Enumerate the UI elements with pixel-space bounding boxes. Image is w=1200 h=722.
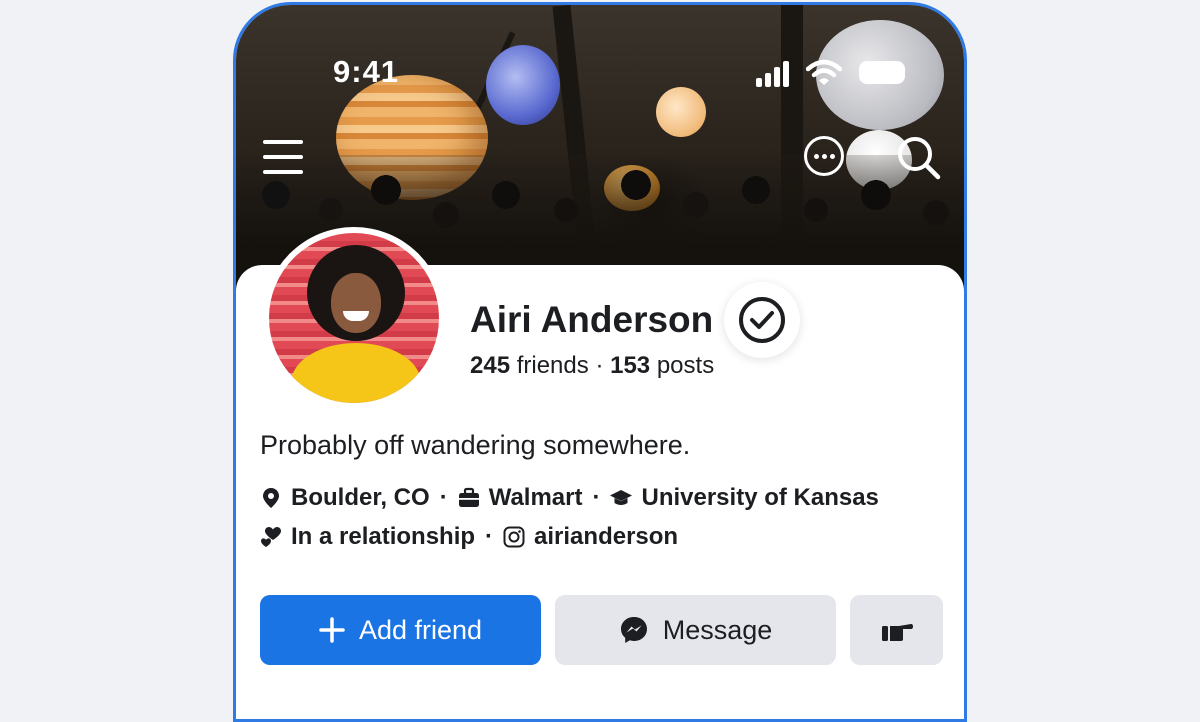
briefcase-icon [458, 487, 479, 507]
menu-icon[interactable] [263, 140, 303, 176]
messenger-icon [619, 615, 649, 645]
search-icon[interactable] [896, 135, 942, 181]
info-separator: · [439, 484, 448, 511]
add-friend-button[interactable]: Add friend [260, 595, 541, 665]
verified-badge-icon [739, 297, 785, 343]
info-row-2: In a relationship · airianderson [260, 523, 678, 551]
hearts-icon [261, 527, 281, 547]
status-icons [756, 59, 908, 87]
message-label: Message [662, 614, 773, 645]
plus-icon [319, 617, 345, 643]
verified-badge[interactable] [724, 282, 800, 358]
profile-stats: 245 friends · 153 posts [470, 352, 714, 380]
info-separator: · [592, 484, 601, 511]
more-icon[interactable] [804, 136, 844, 176]
friends-count[interactable]: 245 [470, 352, 510, 379]
graduation-cap-icon [610, 490, 633, 505]
posts-label: posts [656, 352, 715, 379]
work-text[interactable]: Walmart [489, 484, 583, 512]
location-pin-icon [263, 488, 279, 508]
stats-separator: · [595, 352, 604, 379]
avatar[interactable] [269, 233, 439, 403]
message-button[interactable]: Message [555, 595, 836, 665]
add-friend-label: Add friend [358, 614, 483, 645]
status-time: 9:41 [333, 54, 400, 89]
small-planet-balloon [656, 87, 706, 137]
relationship-text: In a relationship [291, 523, 476, 550]
battery-icon [859, 61, 905, 84]
blue-planet-balloon [486, 45, 560, 125]
profile-name: Airi Anderson [470, 299, 714, 340]
instagram-text[interactable]: airianderson [534, 523, 678, 551]
wifi-icon [806, 59, 842, 85]
poke-button[interactable] [850, 595, 943, 665]
info-separator: · [485, 523, 494, 550]
profile-bio: Probably off wandering somewhere. [260, 430, 691, 460]
location-text[interactable]: Boulder, CO [291, 484, 430, 512]
education-text[interactable]: University of Kansas [641, 484, 878, 512]
phone-frame: 9:41 Airi Anderson 245 friends · 153 pos… [233, 2, 967, 722]
poke-hand-icon [881, 624, 913, 641]
friends-label[interactable]: friends [517, 352, 589, 379]
instagram-icon [503, 526, 525, 548]
posts-count: 153 [610, 352, 651, 379]
info-row-1: Boulder, CO · Walmart · University of Ka… [260, 484, 879, 512]
